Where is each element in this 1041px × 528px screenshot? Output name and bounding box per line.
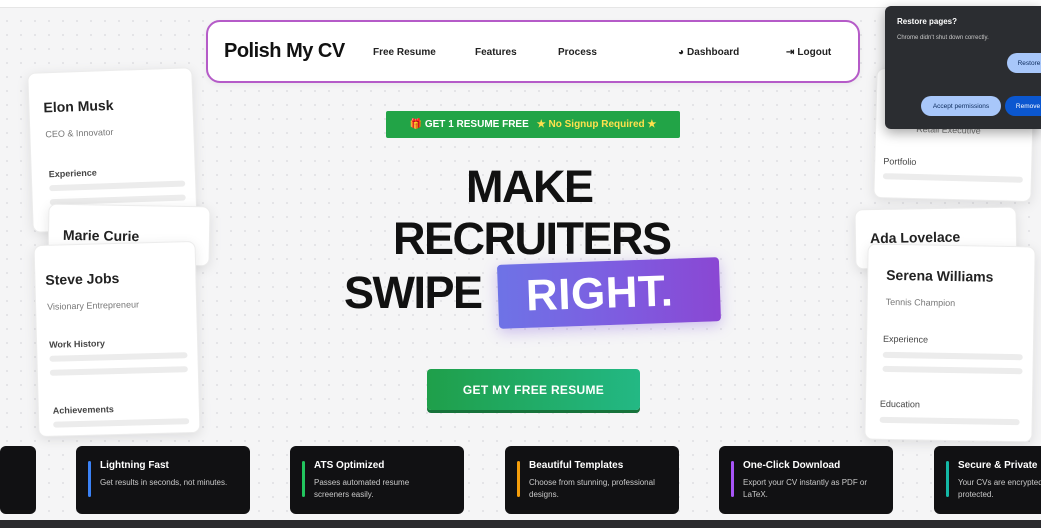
feature-accent (302, 461, 305, 497)
resume-card-serena: Serena Williams Tennis Champion Experien… (864, 243, 1036, 443)
feature-title: Secure & Private (958, 460, 1038, 471)
card-section: Education (879, 398, 921, 410)
headline-line2: RECRUITERS (393, 213, 672, 264)
feature-card-partial-left (0, 446, 36, 514)
card-name: Marie Curie (62, 226, 140, 245)
feature-desc: Get results in seconds, not minutes. (100, 478, 228, 487)
feature-card-ats: ATS Optimized Passes automated resume sc… (290, 446, 464, 514)
nav-process[interactable]: Process (558, 47, 597, 58)
card-name: Serena Williams (886, 266, 994, 285)
card-section: Experience (48, 167, 97, 180)
feature-desc: Choose from stunning, professional desig… (529, 478, 655, 499)
card-line (53, 418, 190, 428)
card-line (882, 365, 1023, 375)
nav-free-resume[interactable]: Free Resume (373, 47, 436, 58)
logout-label: Logout (797, 47, 832, 58)
promo-badge: 🎁 GET 1 RESUME FREE ★ No Signup Required… (386, 111, 680, 138)
feature-accent (517, 461, 520, 497)
feature-desc: Your CVs are encrypted and protected. (958, 478, 1041, 499)
card-role: CEO & Innovator (45, 126, 114, 140)
feature-desc: Passes automated resume screeners easily… (314, 478, 410, 499)
card-role: Tennis Champion (885, 296, 956, 309)
card-line (49, 352, 188, 362)
nav-dashboard[interactable]: ◕ Dashboard (678, 47, 739, 58)
feature-title: Beautiful Templates (529, 460, 624, 471)
feature-card-lightning: Lightning Fast Get results in seconds, n… (76, 446, 250, 514)
card-section: Achievements (52, 404, 114, 416)
restore-button[interactable]: Restore (1007, 53, 1041, 73)
card-line (49, 180, 186, 192)
feature-card-templates: Beautiful Templates Choose from stunning… (505, 446, 679, 514)
card-line (879, 416, 1020, 426)
card-name: Elon Musk (43, 96, 114, 116)
card-name: Steve Jobs (45, 269, 120, 288)
accept-permissions-button[interactable]: Accept permissions (921, 96, 1001, 116)
feature-title: One-Click Download (743, 460, 841, 471)
feature-title: Lightning Fast (100, 460, 169, 471)
card-section: Portfolio (883, 156, 917, 168)
headline-line1: MAKE (466, 161, 594, 212)
dashboard-label: Dashboard (687, 47, 740, 58)
promo-main: GET 1 RESUME FREE (424, 119, 529, 130)
feature-accent (88, 461, 91, 497)
card-line (49, 366, 188, 376)
restore-desc: Chrome didn't shut down correctly. (897, 35, 989, 41)
card-line (882, 351, 1023, 361)
card-section: Experience (882, 333, 929, 345)
browser-top-edge (0, 0, 1041, 8)
feature-card-download: One-Click Download Export your CV instan… (719, 446, 893, 514)
promo-secondary: ★ No Signup Required ★ (536, 119, 657, 130)
bottom-taskbar-edge (0, 520, 1041, 528)
nav-logout[interactable]: ⇥ Logout (786, 47, 831, 58)
headline-highlight: RIGHT. (525, 266, 675, 321)
navbar: Polish My CV Free Resume Features Proces… (206, 20, 860, 83)
card-section: Work History (48, 338, 106, 350)
feature-title: ATS Optimized (314, 460, 385, 471)
logout-icon: ⇥ (786, 47, 795, 58)
nav-features[interactable]: Features (475, 47, 517, 58)
feature-card-secure: Secure & Private Your CVs are encrypted … (934, 446, 1041, 514)
card-line (882, 173, 1023, 183)
feature-accent (946, 461, 949, 497)
logo[interactable]: Polish My CV (224, 40, 345, 63)
gift-icon: 🎁 (409, 119, 423, 130)
remove-button[interactable]: Remove (1005, 96, 1041, 116)
feature-accent (731, 461, 734, 497)
feature-desc: Export your CV instantly as PDF or LaTeX… (743, 478, 868, 499)
resume-card-steve: Steve Jobs Visionary Entrepreneur Work H… (33, 240, 201, 438)
restore-title: Restore pages? (897, 17, 958, 26)
dashboard-icon: ◕ (678, 47, 685, 58)
headline-line3: SWIPE (344, 267, 483, 318)
restore-pages-popup: Restore pages? Chrome didn't shut down c… (885, 6, 1041, 129)
get-free-resume-button[interactable]: GET MY FREE RESUME (427, 369, 640, 410)
card-role: Visionary Entrepreneur (47, 299, 140, 312)
